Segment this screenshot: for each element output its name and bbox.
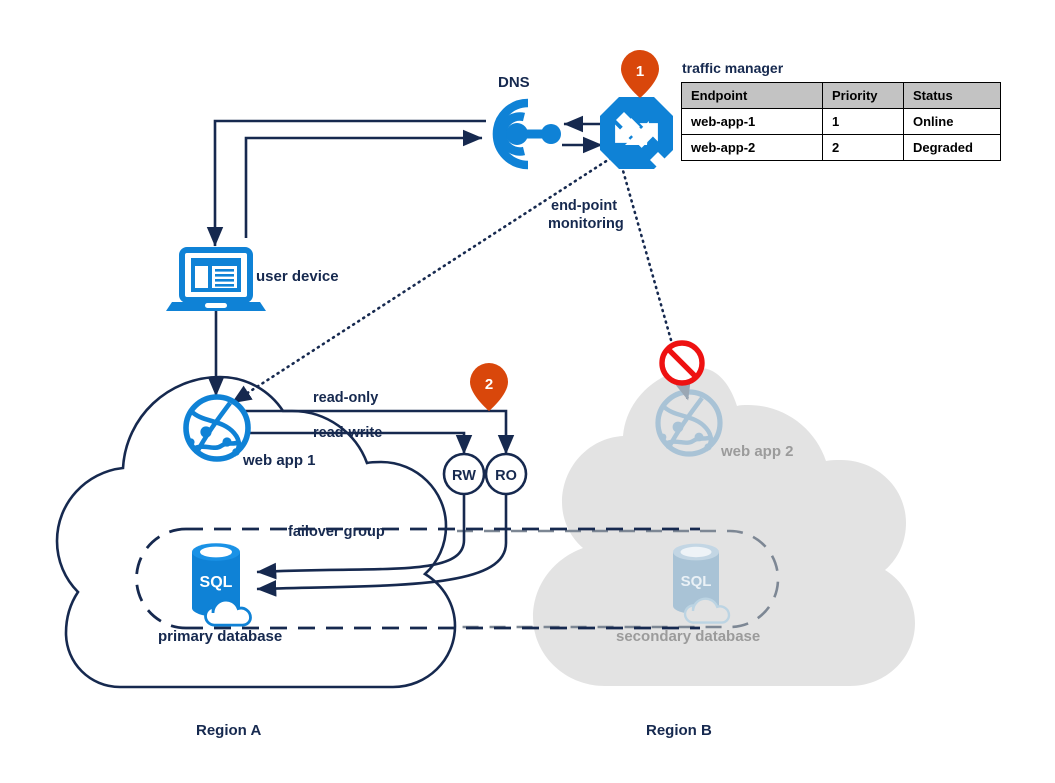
- cell-endpoint: web-app-2: [681, 134, 823, 161]
- traffic-manager-table: Endpoint Priority Status web-app-1 1 Onl…: [681, 82, 1001, 161]
- marker-pin-2: 2: [470, 363, 508, 411]
- user-device-to-dns-edge: [244, 129, 483, 238]
- web-app-2-label: web app 2: [721, 443, 794, 460]
- primary-database-label: primary database: [158, 628, 283, 645]
- dns-icon: [492, 98, 561, 170]
- svg-text:SQL: SQL: [200, 574, 233, 591]
- table-row[interactable]: web-app-1 1 Online: [681, 108, 1001, 135]
- failover-group-label: failover group: [288, 524, 385, 540]
- secondary-database-label: secondary database: [616, 628, 761, 645]
- no-entry-icon: [659, 340, 705, 386]
- dns-to-user-device-edge: [206, 119, 486, 247]
- table-row[interactable]: web-app-2 2 Degraded: [681, 134, 1001, 161]
- status-badge: Online: [903, 108, 1001, 135]
- region-b-label: Region B: [646, 722, 712, 739]
- dns-label: DNS: [498, 74, 530, 91]
- table-header-row: Endpoint Priority Status: [681, 82, 1001, 109]
- region-a-label: Region A: [196, 722, 262, 739]
- column-header-status: Status: [903, 82, 1001, 109]
- cell-priority: 2: [822, 134, 904, 161]
- column-header-priority: Priority: [822, 82, 904, 109]
- rw-label: RW: [452, 468, 476, 484]
- svg-text:1: 1: [636, 63, 644, 80]
- user-device-icon: [166, 247, 266, 311]
- read-only-label: read-only: [313, 390, 379, 406]
- diagram-canvas: SQL SQL 1 2 RW RO DNS user device end-po…: [0, 0, 1055, 783]
- cell-endpoint: web-app-1: [681, 108, 823, 135]
- endpoint-monitoring-label-line1: end-point: [551, 198, 618, 214]
- traffic-manager-title: traffic manager: [682, 60, 784, 76]
- column-header-endpoint: Endpoint: [681, 82, 823, 109]
- user-device-label: user device: [256, 268, 339, 285]
- cell-priority: 1: [822, 108, 904, 135]
- ro-label: RO: [495, 468, 517, 484]
- traffic-manager-panel: traffic manager Endpoint Priority Status…: [681, 60, 1001, 161]
- svg-text:SQL: SQL: [681, 573, 712, 590]
- endpoint-monitoring-label-line2: monitoring: [548, 216, 624, 232]
- marker-pin-1: 1: [621, 50, 659, 98]
- svg-text:2: 2: [485, 376, 493, 393]
- status-badge: Degraded: [903, 134, 1001, 161]
- read-write-label: read-write: [313, 425, 383, 441]
- traffic-manager-icon: [600, 97, 683, 185]
- web-app-1-label: web app 1: [243, 452, 316, 469]
